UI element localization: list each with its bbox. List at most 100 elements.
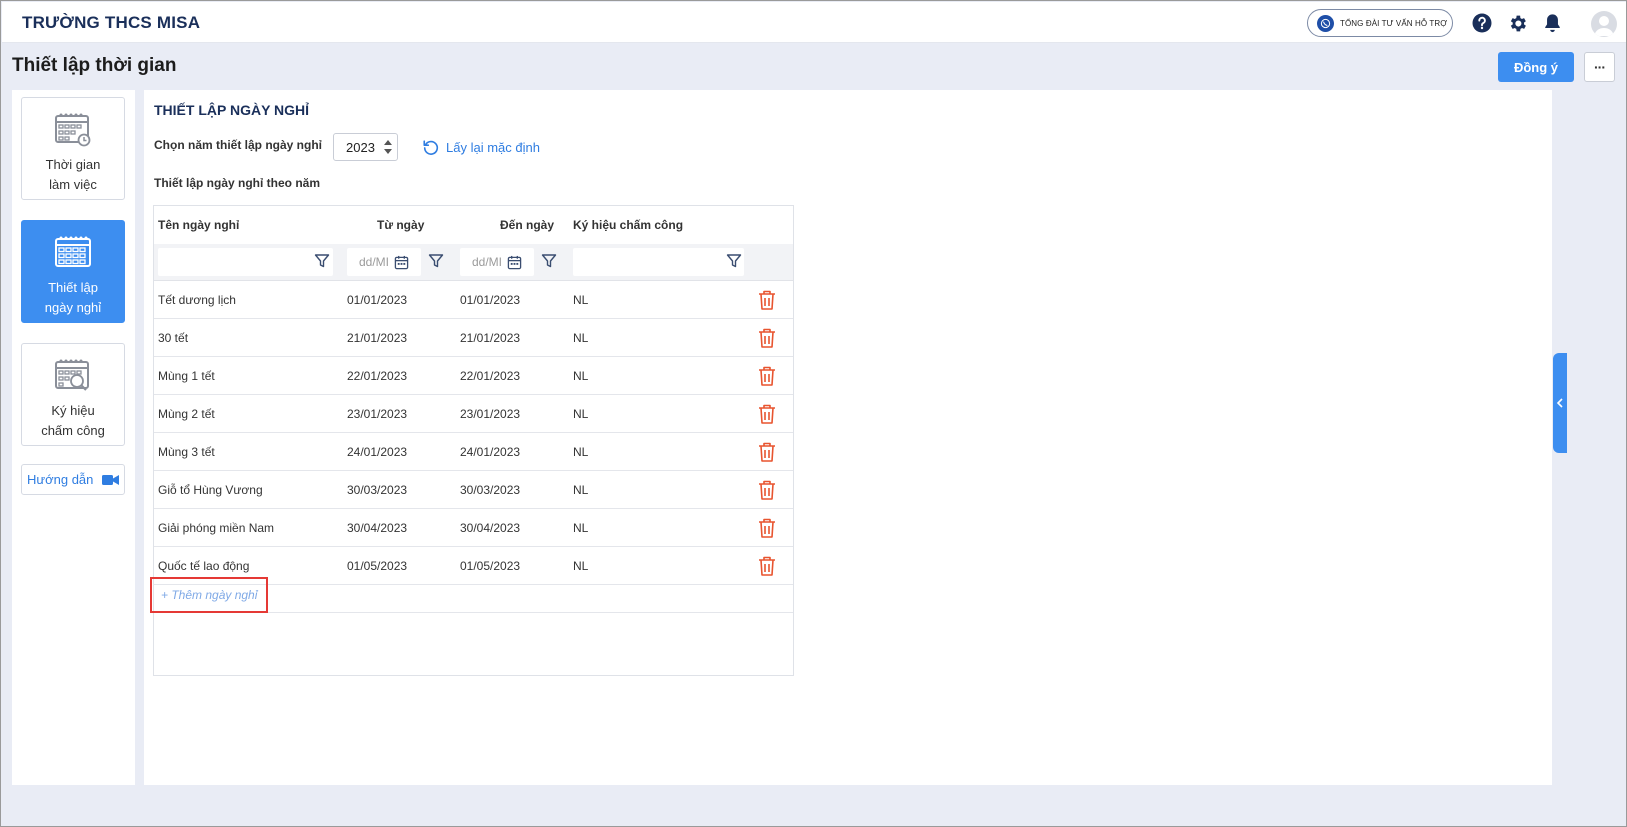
nav-label-line2: ngày nghỉ — [44, 300, 102, 315]
date-placeholder: dd/MI — [472, 255, 503, 269]
holiday-name: Mùng 1 tết — [158, 369, 215, 383]
holiday-table: Tên ngày nghỉ Từ ngày Đến ngày Ký hiệu c… — [150, 205, 794, 676]
filter-icon[interactable] — [726, 253, 742, 269]
calendar-search-icon — [55, 359, 89, 391]
to-date-filter[interactable]: dd/MI — [460, 248, 534, 276]
main-panel: THIẾT LẬP NGÀY NGHỈ Chọn năm thiết lập n… — [144, 90, 1552, 785]
from-date: 01/05/2023 — [347, 559, 408, 573]
hotline-button[interactable]: TỔNG ĐÀI TƯ VẤN HỖ TRỢ — [1307, 9, 1453, 37]
nav-label-line2: chấm công — [41, 423, 105, 438]
from-date: 23/01/2023 — [347, 407, 408, 421]
phone-icon — [1317, 14, 1334, 32]
table-row[interactable]: Mùng 3 tết 24/01/2023 24/01/2023 NL — [154, 433, 793, 471]
filter-row: dd/MI dd/MI — [154, 244, 793, 281]
attendance-symbol: NL — [573, 369, 589, 383]
add-holiday-link[interactable]: + Thêm ngày nghỉ — [150, 577, 268, 613]
table-header: Tên ngày nghỉ Từ ngày Đến ngày Ký hiệu c… — [154, 206, 793, 244]
table-row[interactable]: Giải phóng miền Nam 30/04/2023 30/04/202… — [154, 509, 793, 547]
trash-icon[interactable] — [757, 441, 777, 463]
guide-label: Hướng dẫn — [27, 472, 94, 487]
filter-icon[interactable] — [541, 253, 557, 269]
attendance-symbol: NL — [573, 483, 589, 497]
attendance-symbol: NL — [573, 407, 589, 421]
holiday-name: 30 tết — [158, 331, 189, 345]
attendance-symbol: NL — [573, 293, 589, 307]
from-date: 30/03/2023 — [347, 483, 408, 497]
column-header-from: Từ ngày — [377, 218, 425, 232]
column-header-name: Tên ngày nghỉ — [158, 218, 240, 232]
agree-button[interactable]: Đồng ý — [1498, 52, 1574, 82]
to-date: 21/01/2023 — [460, 331, 521, 345]
attendance-symbol: NL — [573, 445, 589, 459]
trash-icon[interactable] — [757, 403, 777, 425]
trash-icon[interactable] — [757, 555, 777, 577]
nav-label-line1: Thiết lập — [48, 280, 98, 295]
spin-arrows-icon[interactable] — [383, 137, 393, 157]
from-date-filter[interactable]: dd/MI — [347, 248, 421, 276]
to-date: 24/01/2023 — [460, 445, 521, 459]
holiday-name: Tết dương lịch — [158, 293, 236, 307]
help-icon[interactable] — [1471, 12, 1493, 34]
to-date: 01/05/2023 — [460, 559, 521, 573]
filter-icon[interactable] — [314, 253, 330, 269]
nav-item-working-time[interactable]: Thời gian làm việc — [21, 97, 125, 200]
table-row[interactable]: Tết dương lịch 01/01/2023 01/01/2023 NL — [154, 281, 793, 319]
table-row[interactable]: Mùng 1 tết 22/01/2023 22/01/2023 NL — [154, 357, 793, 395]
holiday-name: Mùng 3 tết — [158, 445, 215, 459]
collapse-panel-button[interactable] — [1553, 353, 1567, 453]
table-row[interactable]: Mùng 2 tết 23/01/2023 23/01/2023 NL — [154, 395, 793, 433]
symbol-filter-input[interactable] — [573, 248, 744, 276]
to-date: 23/01/2023 — [460, 407, 521, 421]
from-date: 01/01/2023 — [347, 293, 408, 307]
nav-label-line2: làm việc — [49, 177, 97, 192]
table-row[interactable]: 30 tết 21/01/2023 21/01/2023 NL — [154, 319, 793, 357]
app-title: TRƯỜNG THCS MISA — [22, 13, 201, 32]
trash-icon[interactable] — [757, 517, 777, 539]
from-date: 21/01/2023 — [347, 331, 408, 345]
nav-item-holiday-setup[interactable]: Thiết lập ngày nghỉ — [21, 220, 125, 323]
from-date: 30/04/2023 — [347, 521, 408, 535]
reset-default-link[interactable]: Lấy lại mặc định — [422, 138, 540, 156]
avatar[interactable] — [1591, 11, 1617, 37]
year-label: Chọn năm thiết lập ngày nghỉ — [154, 138, 322, 152]
filter-icon[interactable] — [428, 253, 444, 269]
video-icon — [102, 474, 120, 485]
holiday-name: Quốc tế lao động — [158, 559, 250, 573]
guide-button[interactable]: Hướng dẫn — [21, 464, 125, 495]
calendar-icon[interactable] — [394, 255, 409, 270]
to-date: 01/01/2023 — [460, 293, 521, 307]
date-placeholder: dd/MI — [359, 255, 390, 269]
holiday-name: Giải phóng miền Nam — [158, 521, 275, 535]
from-date: 24/01/2023 — [347, 445, 408, 459]
attendance-symbol: NL — [573, 521, 589, 535]
table-row[interactable]: Giỗ tổ Hùng Vương 30/03/2023 30/03/2023 … — [154, 471, 793, 509]
column-header-to: Đến ngày — [500, 218, 555, 232]
calendar-icon — [55, 236, 91, 267]
settings-icon[interactable] — [1506, 12, 1528, 34]
name-filter-input[interactable] — [158, 248, 333, 276]
year-value: 2023 — [346, 139, 375, 155]
nav-item-attendance-symbol[interactable]: Ký hiệu chấm công — [21, 343, 125, 446]
trash-icon[interactable] — [757, 365, 777, 387]
calendar-icon[interactable] — [507, 255, 522, 270]
trash-icon[interactable] — [757, 479, 777, 501]
from-date: 22/01/2023 — [347, 369, 408, 383]
trash-icon[interactable] — [757, 327, 777, 349]
holiday-name: Giỗ tổ Hùng Vương — [158, 483, 263, 497]
attendance-symbol: NL — [573, 559, 589, 573]
hotline-label: TỔNG ĐÀI TƯ VẤN HỖ TRỢ — [1340, 18, 1448, 28]
column-header-symbol: Ký hiệu chấm công — [573, 218, 684, 232]
to-date: 30/03/2023 — [460, 483, 521, 497]
bell-icon[interactable] — [1541, 12, 1563, 34]
top-bar: TRƯỜNG THCS MISA TỔNG ĐÀI TƯ VẤN HỖ TRỢ — [2, 2, 1626, 43]
left-nav: Thời gian làm việc Thiết lập ngày nghỉ K… — [12, 90, 135, 785]
reset-label: Lấy lại mặc định — [446, 139, 540, 155]
sub-title: Thiết lập ngày nghỉ theo năm — [154, 176, 321, 190]
chevron-left-icon — [1556, 398, 1563, 408]
trash-icon[interactable] — [757, 289, 777, 311]
year-stepper[interactable]: 2023 — [333, 133, 398, 161]
nav-label-line1: Ký hiệu — [51, 403, 95, 418]
more-options-button[interactable]: ··· — [1584, 52, 1615, 82]
page-title: Thiết lập thời gian — [12, 55, 177, 76]
to-date: 22/01/2023 — [460, 369, 521, 383]
